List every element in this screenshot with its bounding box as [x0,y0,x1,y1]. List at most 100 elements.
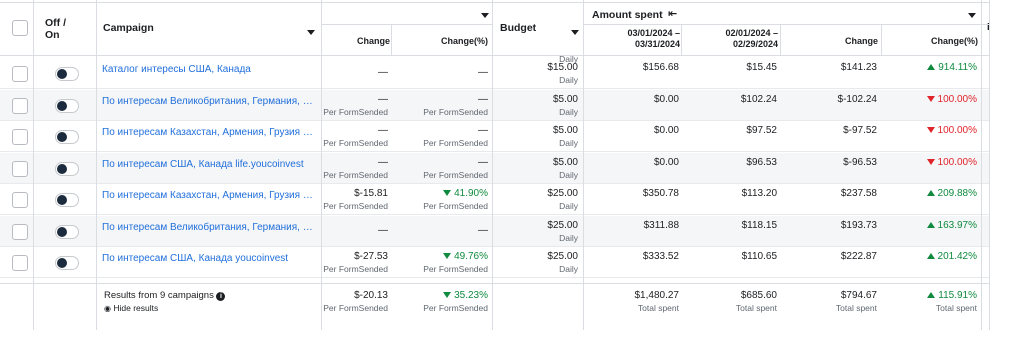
results-change-pct-sub: Per FormSended [423,264,488,274]
campaign-toggle[interactable] [55,99,79,113]
results-change-pct-sub: Per FormSended [423,138,488,148]
up-triangle-icon [926,190,935,196]
table-row[interactable]: По интересам США, Канада youcoinvest $-27… [0,247,989,278]
up-triangle-icon [926,222,935,228]
results-change-value: $-15.81 [354,188,388,199]
summary-spent-current: $1,480.27 [634,290,680,301]
summary-spent-current-sub: Total spent [637,303,679,313]
budget-value[interactable]: $25.00 [494,251,578,262]
campaign-name-link[interactable]: По интересам США, Канада youcoinvest [102,253,314,264]
down-triangle-icon [443,292,452,298]
amount-spent-header[interactable]: Amount spent [592,9,663,21]
budget-value[interactable]: $25.00 [494,220,578,231]
spent-current-value: $0.00 [653,157,679,168]
campaign-toggle[interactable] [55,256,79,270]
spent-change-pct-header[interactable]: Change(%) [882,36,978,46]
results-change-pct-text: — [478,67,488,78]
budget-value[interactable]: $5.00 [494,94,578,105]
spent-change-value: $-97.52 [843,125,877,136]
table-row[interactable]: По интересам Великобритания, Германия, И… [0,216,989,247]
up-triangle-icon [926,253,935,259]
amount-spent-menu-icon[interactable] [968,10,976,21]
results-change-pct-text: — [478,125,488,136]
campaign-table: Off / On Campaign Budget Amount spent ⇤ … [0,0,990,330]
budget-value[interactable]: $15.00 [494,62,578,73]
table-row[interactable]: По интересам Казахстан, Армения, Грузия … [0,184,989,215]
campaign-name-link[interactable]: По интересам Казахстан, Армения, Грузия … [102,190,314,201]
collapse-column-icon[interactable]: ⇤ [668,7,677,20]
toggle-knob [57,195,67,205]
campaign-name-link[interactable]: По интересам Великобритания, Германия, И… [102,222,314,233]
campaign-toggle[interactable] [55,193,79,207]
spent-change-value: $141.23 [840,62,877,73]
budget-type: Daily [559,201,578,211]
spent-change-pct-value: 100.00% [882,94,977,105]
spent-change-pct-value: 209.88% [882,188,977,199]
down-triangle-icon [926,159,935,165]
row-checkbox[interactable] [12,192,28,208]
spent-change-pct-text: 163.97% [937,220,977,231]
campaign-toggle[interactable] [55,67,79,81]
spent-change-pct-text: 914.11% [938,62,977,73]
up-triangle-icon [927,64,936,70]
budget-value[interactable]: $5.00 [494,125,578,136]
summary-spent-pct: 115.91% [882,290,977,301]
campaign-name-link[interactable]: По интересам Великобритания, Германия, И… [102,96,314,107]
spent-change-pct-value: 201.42% [882,251,977,262]
row-checkbox[interactable] [12,224,28,240]
table-row[interactable]: Каталог интересы США, Канада — — $15.00 Dail… [0,58,989,89]
spent-current-value: $333.52 [642,251,679,262]
row-checkbox[interactable] [12,66,28,82]
campaign-toggle[interactable] [55,130,79,144]
summary-spent-pct-text: 115.91% [938,290,977,301]
results-change-pct-sub: Per FormSended [423,107,488,117]
results-column-menu-icon[interactable] [481,10,489,21]
spent-change-pct-text: 201.42% [937,251,977,262]
table-row[interactable]: По интересам США, Канада life.youcoinves… [0,153,989,184]
summary-res-pct-sub: Per FormSended [423,303,488,313]
table-row[interactable]: По интересам Великобритания, Германия, И… [0,90,989,121]
budget-type: Daily [559,264,578,274]
spent-change-pct-value: 100.00% [882,157,977,168]
results-change-sub: Per FormSended [323,107,388,117]
spent-current-value: $350.78 [642,188,679,199]
row-checkbox[interactable] [12,129,28,145]
toggle-knob [57,227,67,237]
hide-results-link[interactable]: ◉ Hide results [104,303,158,313]
results-change-pct-value: — [392,125,488,136]
info-icon[interactable]: i [216,292,226,301]
period-previous-header[interactable]: 02/01/2024 – 02/29/2024 [682,28,778,50]
row-checkbox[interactable] [12,161,28,177]
budget-value[interactable]: $25.00 [494,188,578,199]
summary-res-change-sub: Per FormSended [323,303,388,313]
spent-change-value: $222.87 [840,251,877,262]
spent-change-pct-value: 914.11% [882,62,977,73]
table-row[interactable]: По интересам Казахстан, Армения, Грузия … [0,121,989,152]
period-current-header[interactable]: 03/01/2024 – 03/31/2024 [584,28,680,50]
campaign-name-link[interactable]: По интересам Казахстан, Армения, Грузия … [102,127,314,138]
campaign-name-link[interactable]: По интересам США, Канада life.youcoinves… [102,159,314,170]
toggle-knob [57,69,67,79]
spent-change-value: $237.58 [840,188,877,199]
summary-spent-change: $794.67 [840,290,877,301]
results-change-value: — [378,125,388,136]
campaign-name-link[interactable]: Каталог интересы США, Канада [102,64,314,75]
down-triangle-icon [443,253,452,259]
results-change-pct-value: — [392,94,488,105]
campaign-toggle[interactable] [55,162,79,176]
summary-res-pct-text: 35.23% [454,290,488,301]
results-change-pct-header[interactable]: Change(%) [392,36,488,46]
row-checkbox[interactable] [12,98,28,114]
campaign-toggle[interactable] [55,225,79,239]
spent-change-pct-value: 100.00% [882,125,977,136]
spent-change-header[interactable]: Change [782,36,878,46]
results-change-pct-text: 49.76% [454,251,488,262]
budget-value[interactable]: $5.00 [494,157,578,168]
spent-current-value: $0.00 [653,94,679,105]
spent-previous-value: $96.53 [746,157,777,168]
row-checkbox[interactable] [12,255,28,271]
results-change-header[interactable]: Change [322,36,390,46]
period-current-line1: 03/01/2024 – [627,28,680,38]
results-change-value: — [378,225,388,236]
summary-spent-previous: $685.60 [740,290,777,301]
